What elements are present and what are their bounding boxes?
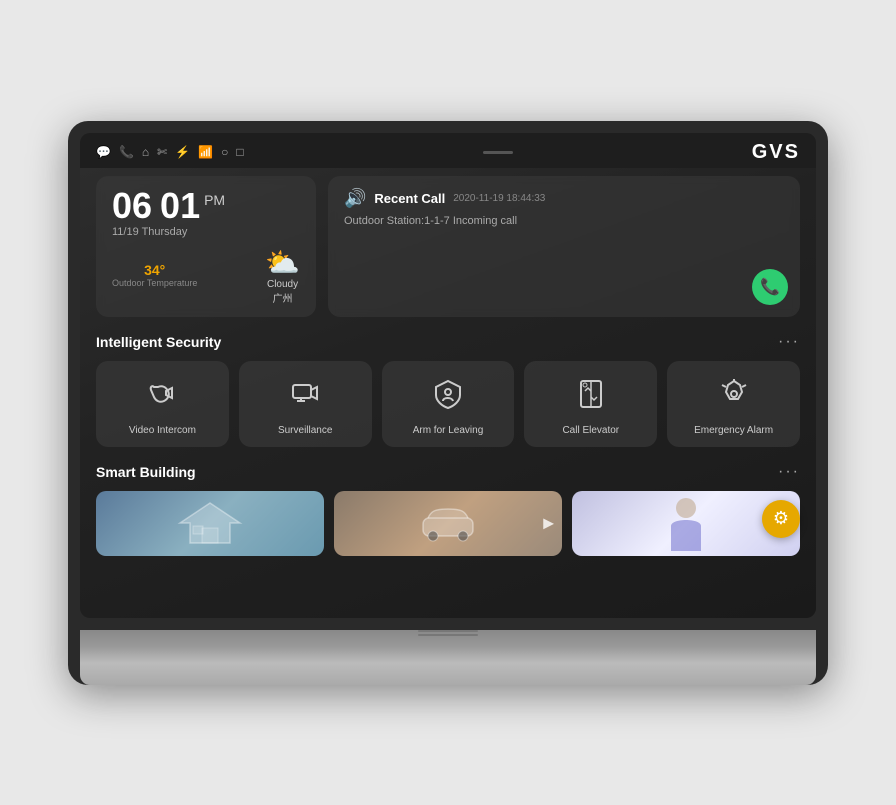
call-answer-button[interactable]: 📞	[752, 269, 788, 305]
home-icon: ⌂	[142, 145, 149, 159]
weather-desc: Cloudy	[267, 279, 298, 290]
call-title: Recent Call	[374, 191, 445, 206]
weather-row: 34° Outdoor Temperature ⛅ Cloudy 广州	[112, 246, 300, 305]
tile-surveillance[interactable]: Surveillance	[239, 361, 372, 447]
smart-building-more[interactable]: ···	[778, 463, 800, 481]
security-grid: Video Intercom Surveillance	[96, 361, 800, 447]
time-hour: 06	[112, 188, 152, 224]
time-display: 06 01 PM	[112, 188, 300, 224]
chat-icon: 💬	[96, 145, 111, 159]
recent-call-header: 🔊 Recent Call 2020-11-19 18:44:33	[344, 188, 784, 209]
circle-icon: ○	[221, 145, 228, 159]
tile-video-intercom[interactable]: Video Intercom	[96, 361, 229, 447]
city-name: 广州	[273, 290, 293, 305]
building-row: ▶ ▶	[96, 491, 800, 556]
screen-content: 💬 📞 ⌂ ✄ ⚡ 📶 ○ □ GVS	[80, 133, 816, 618]
tile-video-intercom-label: Video Intercom	[129, 424, 196, 437]
call-timestamp: 2020-11-19 18:44:33	[453, 193, 545, 204]
arm-for-leaving-icon	[432, 377, 464, 416]
weather-area: ⛅ Cloudy 广州	[265, 246, 300, 305]
time-minute: 01	[160, 188, 200, 224]
recent-call-widget: 🔊 Recent Call 2020-11-19 18:44:33 Outdoo…	[328, 176, 800, 317]
temp-label: Outdoor Temperature	[112, 278, 197, 288]
main-area: 06 01 PM 11/19 Thursday 34° Outdoor Temp…	[80, 168, 816, 618]
temp-section: 34° Outdoor Temperature	[112, 262, 197, 288]
volume-indicator	[80, 630, 816, 636]
phone-icon: 📞	[119, 145, 134, 159]
volume-line-1	[418, 630, 478, 632]
device-frame: 💬 📞 ⌂ ✄ ⚡ 📶 ○ □ GVS	[68, 121, 828, 685]
settings-gear-icon: ⚙	[773, 508, 789, 529]
intelligent-security-header: Intelligent Security ···	[96, 333, 800, 351]
brand-logo: GVS	[752, 141, 800, 164]
time-weather-widget: 06 01 PM 11/19 Thursday 34° Outdoor Temp…	[96, 176, 316, 317]
intelligent-security-more[interactable]: ···	[778, 333, 800, 351]
sound-icon: 🔊	[344, 188, 366, 209]
status-icons: 💬 📞 ⌂ ✄ ⚡ 📶 ○ □	[96, 145, 244, 159]
smart-building-title: Smart Building	[96, 464, 196, 480]
device-screen: 💬 📞 ⌂ ✄ ⚡ 📶 ○ □ GVS	[80, 133, 816, 618]
call-phone-icon: 📞	[760, 277, 780, 297]
call-elevator-icon	[575, 377, 607, 416]
intelligent-security-title: Intelligent Security	[96, 334, 221, 350]
cloud-icon: ⛅	[265, 246, 300, 279]
tile-emergency-alarm-label: Emergency Alarm	[694, 424, 773, 437]
settings-fab[interactable]: ⚙	[762, 500, 800, 538]
building-thumb-2[interactable]: ▶	[334, 491, 562, 556]
screen-icon: □	[236, 145, 243, 159]
call-detail: Outdoor Station:1-1-7 Incoming call	[344, 215, 784, 227]
building-thumb-1[interactable]	[96, 491, 324, 556]
tile-call-elevator[interactable]: Call Elevator	[524, 361, 657, 447]
device-stand	[80, 630, 816, 685]
date-line: 11/19 Thursday	[112, 226, 300, 238]
time-ampm: PM	[204, 192, 225, 208]
thumb-car-graphic	[334, 491, 562, 556]
tile-arm-for-leaving-label: Arm for Leaving	[413, 424, 484, 437]
thumb-house-graphic	[96, 491, 324, 556]
tile-call-elevator-label: Call Elevator	[562, 424, 619, 437]
wifi-icon: 📶	[198, 145, 213, 159]
tile-emergency-alarm[interactable]: Emergency Alarm	[667, 361, 800, 447]
tile-arm-for-leaving[interactable]: Arm for Leaving	[382, 361, 515, 447]
widget-row: 06 01 PM 11/19 Thursday 34° Outdoor Temp…	[96, 176, 800, 317]
temp-value: 34°	[112, 262, 197, 278]
emergency-alarm-icon	[718, 377, 750, 416]
thumb-play-icon-2: ▶	[543, 515, 554, 532]
top-line	[483, 151, 513, 154]
signal-icon: ⚡	[175, 145, 190, 159]
volume-line-2	[418, 634, 478, 636]
video-intercom-icon	[146, 377, 178, 416]
surveillance-icon	[289, 377, 321, 416]
tile-surveillance-label: Surveillance	[278, 424, 332, 437]
smart-building-header: Smart Building ···	[96, 463, 800, 481]
scissors-icon: ✄	[157, 145, 167, 159]
top-bar: 💬 📞 ⌂ ✄ ⚡ 📶 ○ □ GVS	[80, 133, 816, 168]
